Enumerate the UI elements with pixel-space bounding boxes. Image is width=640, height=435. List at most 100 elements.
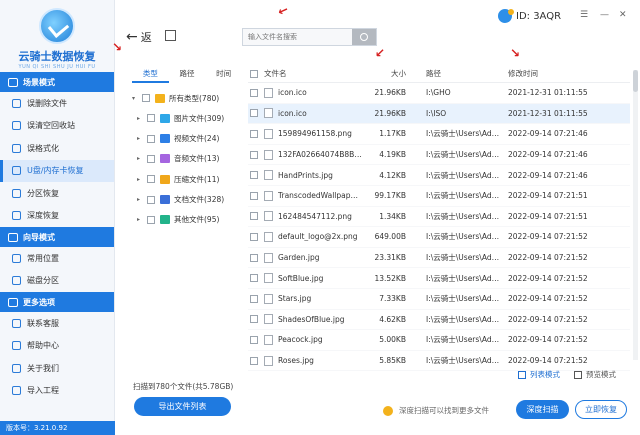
table-row[interactable]: icon.ico 21.96KB I:\GHO 2021-12-31 01:11:55 <box>248 83 630 104</box>
file-size: 5.85KB <box>379 356 406 366</box>
table-row[interactable]: 132FA02664074B8BF67... 4.19KB I:\云骑士\Users… <box>248 145 630 166</box>
table-row[interactable]: SoftBlue.jpg 13.52KB I:\云骑士\Users\Admi... 2… <box>248 268 630 289</box>
row-checkbox[interactable] <box>250 212 258 221</box>
table-row[interactable]: HandPrints.jpg 4.12KB I:\云骑士\Users\Admi...… <box>248 165 630 186</box>
preview-mode-toggle[interactable]: 预览模式 <box>574 369 616 380</box>
row-checkbox[interactable] <box>250 253 258 262</box>
tree-item[interactable]: ▸ 其他文件(95) <box>132 210 242 230</box>
tree-item[interactable]: ▸ 视频文件(24) <box>132 129 242 149</box>
expand-icon[interactable]: ▸ <box>132 196 147 203</box>
sidebar-item[interactable]: 导入工程 <box>0 380 114 403</box>
section-title: 更多选项 <box>23 297 55 307</box>
search-button[interactable] <box>352 29 376 45</box>
table-row[interactable]: ShadesOfBlue.jpg 4.62KB I:\云骑士\Users\Admi.… <box>248 310 630 331</box>
sidebar-item[interactable]: 帮助中心 <box>0 335 114 358</box>
file-date: 2022-09-14 07:21:52 <box>508 294 588 304</box>
sidebar-item[interactable]: 联系客服 <box>0 312 114 335</box>
sidebar-item[interactable]: 误删除文件 <box>0 92 114 115</box>
file-path: I:\云骑士\Users\Admi... <box>426 335 500 345</box>
col-date[interactable]: 修改时间 <box>500 68 610 79</box>
row-checkbox[interactable] <box>250 356 258 365</box>
tree-item[interactable]: ▸ 图片文件(309) <box>132 108 242 128</box>
file-icon <box>264 190 273 201</box>
tree-checkbox[interactable] <box>147 154 155 163</box>
tree-item[interactable]: ▸ 压缩文件(11) <box>132 169 242 189</box>
expand-icon[interactable]: ▾ <box>132 95 142 102</box>
tree-tab[interactable]: 路径 <box>169 65 206 83</box>
col-size[interactable]: 大小 <box>362 68 410 79</box>
tree-tab[interactable]: 时间 <box>205 65 242 83</box>
row-checkbox[interactable] <box>250 88 258 97</box>
file-size: 99.17KB <box>374 191 406 201</box>
tree-checkbox[interactable] <box>147 175 155 184</box>
table-row[interactable]: 162484547112.png 1.34KB I:\云骑士\Users\Admi.… <box>248 207 630 228</box>
table-row[interactable]: Peacock.jpg 5.00KB I:\云骑士\Users\Admi... 202… <box>248 330 630 351</box>
file-name: HandPrints.jpg <box>278 170 333 180</box>
row-checkbox[interactable] <box>250 294 258 303</box>
row-checkbox[interactable] <box>250 191 258 200</box>
tree-item-label: 其他文件(95) <box>174 215 220 225</box>
menu-icon[interactable]: ☰ <box>580 10 588 20</box>
tree-item[interactable]: ▸ 音频文件(13) <box>132 149 242 169</box>
table-row[interactable]: Stars.jpg 7.33KB I:\云骑士\Users\Admi... 2022-… <box>248 289 630 310</box>
col-name[interactable]: 文件名 <box>260 68 362 79</box>
annotation-arrow-icon: ↘ <box>510 46 521 60</box>
table-row[interactable]: default_logo@2x.png 649.00B I:\云骑士\Users\A… <box>248 227 630 248</box>
sidebar-item[interactable]: 误格式化 <box>0 137 114 160</box>
row-checkbox[interactable] <box>250 109 258 118</box>
sidebar-item[interactable]: 关于我们 <box>0 357 114 380</box>
row-checkbox[interactable] <box>250 171 258 180</box>
scrollbar-thumb[interactable] <box>633 70 638 92</box>
row-checkbox[interactable] <box>250 232 258 241</box>
home-icon[interactable] <box>165 30 176 41</box>
search-input[interactable] <box>243 29 352 45</box>
document-icon <box>160 195 170 204</box>
table-row[interactable]: TranscodedWallpaper.j... 99.17KB I:\云骑士\Us… <box>248 186 630 207</box>
minimize-icon[interactable]: — <box>600 10 609 20</box>
deep-scan-button[interactable]: 深度扫描 <box>516 400 569 419</box>
user-badge[interactable]: ID: 3AQR <box>498 9 561 23</box>
export-list-button[interactable]: 导出文件列表 <box>134 397 231 416</box>
row-checkbox[interactable] <box>250 315 258 324</box>
file-size: 23.31KB <box>374 253 406 263</box>
table-row[interactable]: 159894961158.png 1.17KB I:\云骑士\Users\Admi.… <box>248 124 630 145</box>
tree-checkbox[interactable] <box>142 94 150 102</box>
expand-icon[interactable]: ▸ <box>132 216 147 223</box>
sidebar-item[interactable]: 常用位置 <box>0 247 114 270</box>
sidebar-item[interactable]: 磁盘分区 <box>0 270 114 293</box>
expand-icon[interactable]: ▸ <box>132 155 147 162</box>
tree-checkbox[interactable] <box>147 195 155 204</box>
recover-now-button[interactable]: 立即恢复 <box>575 400 627 419</box>
row-checkbox[interactable] <box>250 150 258 159</box>
row-checkbox[interactable] <box>250 335 258 344</box>
tree-checkbox[interactable] <box>147 114 155 123</box>
tree-item[interactable]: ▾ 所有类型(780) <box>132 88 242 108</box>
list-mode-toggle[interactable]: 列表模式 <box>518 369 560 380</box>
row-checkbox[interactable] <box>250 274 258 283</box>
table-row[interactable]: Garden.jpg 23.31KB I:\云骑士\Users\Admi... 202… <box>248 248 630 269</box>
tree-tab[interactable]: 类型 <box>132 65 169 83</box>
back-button[interactable]: ← 返 <box>126 29 152 45</box>
tree-checkbox[interactable] <box>147 215 155 224</box>
tree-checkbox[interactable] <box>147 134 155 143</box>
sidebar-item-label: 关于我们 <box>27 363 59 373</box>
table-row[interactable]: icon.ico 21.96KB I:\ISO 2021-12-31 01:11:55 <box>248 103 630 125</box>
close-icon[interactable]: ✕ <box>619 10 627 20</box>
sidebar-item[interactable]: 误清空回收站 <box>0 115 114 138</box>
tree-item[interactable]: ▸ 文档文件(328) <box>132 190 242 210</box>
expand-icon[interactable]: ▸ <box>132 135 147 142</box>
file-size: 4.19KB <box>379 150 406 160</box>
row-checkbox[interactable] <box>250 129 258 138</box>
sidebar-item[interactable]: 分区恢复 <box>0 182 114 205</box>
col-path[interactable]: 路径 <box>410 68 500 79</box>
file-size: 21.96KB <box>374 108 406 118</box>
file-size: 5.00KB <box>379 335 406 345</box>
expand-icon[interactable]: ▸ <box>132 176 147 183</box>
expand-icon[interactable]: ▸ <box>132 115 147 122</box>
sidebar-item[interactable]: U盘/内存卡恢复 <box>0 159 114 182</box>
scrollbar[interactable] <box>633 70 638 360</box>
sidebar-item-label: 导入工程 <box>27 386 59 396</box>
sidebar-item[interactable]: 深度恢复 <box>0 205 114 228</box>
back-label: 返 <box>140 31 152 44</box>
select-all-checkbox[interactable] <box>250 69 258 78</box>
